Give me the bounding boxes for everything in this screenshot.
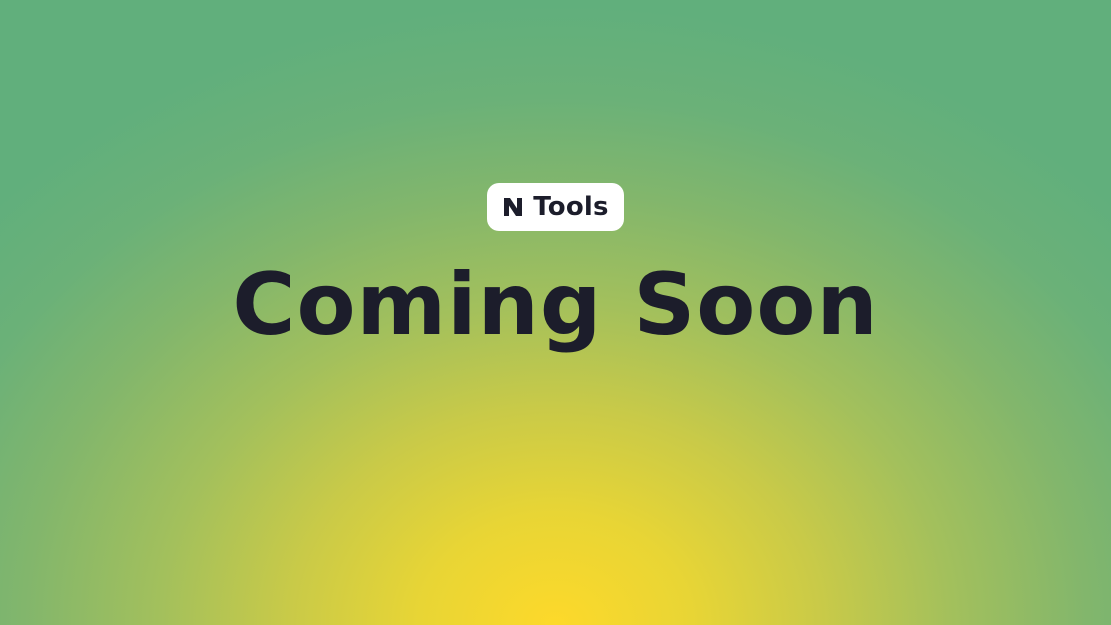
n-logo-icon xyxy=(502,196,524,218)
badge-label: Tools xyxy=(533,192,609,222)
tools-badge: Tools xyxy=(487,183,624,231)
page-title: Coming Soon xyxy=(232,255,879,355)
